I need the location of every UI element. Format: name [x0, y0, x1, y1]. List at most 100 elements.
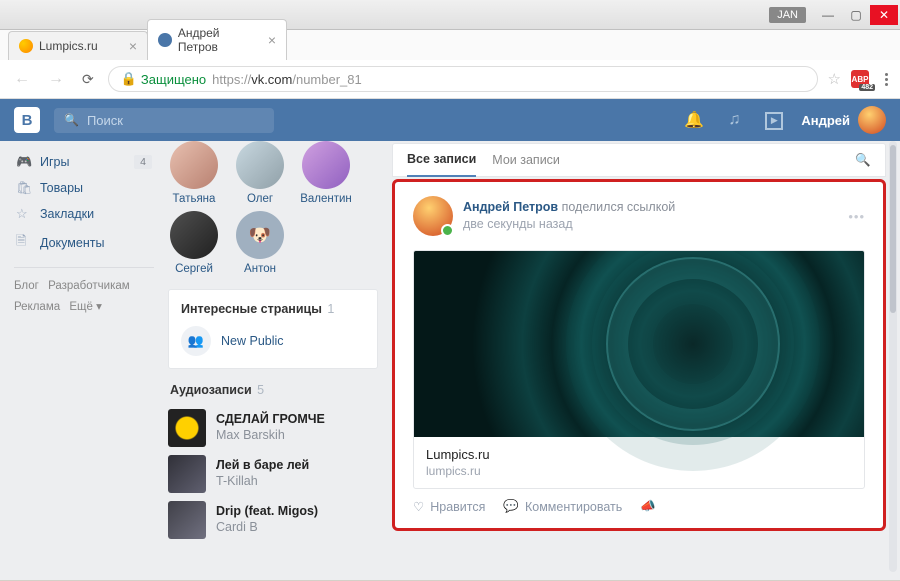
- nav-item-market[interactable]: 🛍 Товары: [14, 175, 154, 201]
- friend-name: Сергей: [175, 263, 213, 275]
- search-icon: 🔍: [64, 113, 79, 127]
- friend-item[interactable]: Татьяна: [168, 141, 220, 205]
- header-username: Андрей: [801, 113, 850, 128]
- tab-my-posts[interactable]: Мои записи: [492, 144, 560, 176]
- secure-indicator: 🔒 Защищено: [121, 71, 206, 87]
- vk-logo-icon[interactable]: B: [14, 107, 40, 133]
- avatar: [302, 141, 350, 189]
- post-actions: ♡Нравится 💬Комментировать 📣: [399, 489, 879, 524]
- friend-item[interactable]: 🐶Антон: [234, 211, 286, 275]
- secure-label: Защищено: [141, 72, 206, 87]
- tab-close-icon[interactable]: ×: [268, 32, 276, 48]
- os-user-badge: JAN: [769, 7, 806, 23]
- snippet-caption: Lumpics.ru lumpics.ru: [414, 437, 864, 488]
- share-button[interactable]: 📣: [640, 499, 656, 514]
- nav-forward-button[interactable]: →: [44, 68, 68, 90]
- browser-menu-button[interactable]: [883, 71, 890, 88]
- scroll-thumb[interactable]: [890, 145, 896, 313]
- bag-icon: 🛍: [16, 180, 32, 196]
- community-icon: 👥: [181, 326, 211, 356]
- nav-label: Товары: [40, 181, 83, 195]
- pages-block: Интересные страницы 1 👥 New Public: [168, 289, 378, 369]
- address-row: ← → ⟳ 🔒 Защищено https://vk.com/number_8…: [0, 60, 900, 98]
- audio-item[interactable]: Лей в баре лейT-Killah: [168, 451, 378, 497]
- bookmark-star-icon[interactable]: ☆: [828, 70, 841, 88]
- wall-post: Андрей Петров поделился ссылкой две секу…: [399, 186, 879, 524]
- avatar: [170, 211, 218, 259]
- like-button[interactable]: ♡Нравится: [413, 499, 485, 514]
- link-snippet[interactable]: Lumpics.ru lumpics.ru: [413, 250, 865, 489]
- friend-item[interactable]: Олег: [234, 141, 286, 205]
- post-time: две секунды назад: [463, 216, 675, 233]
- post-action-text: поделился ссылкой: [562, 200, 676, 214]
- nav-footer-link[interactable]: Ещё ▾: [69, 301, 102, 313]
- reload-button[interactable]: ⟳: [78, 69, 98, 90]
- audio-title: Лей в баре лей: [216, 458, 309, 474]
- nav-footer-link[interactable]: Блог: [14, 280, 39, 292]
- post-header: Андрей Петров поделился ссылкой две секу…: [399, 186, 879, 244]
- player-icon[interactable]: ▶: [761, 110, 787, 130]
- page-name: New Public: [221, 334, 284, 348]
- gamepad-icon: 🎮: [16, 154, 32, 170]
- favicon-icon: [158, 33, 172, 47]
- vk-header: B 🔍 Поиск 🔔 ♫ ▶ Андрей: [0, 99, 900, 141]
- window-maximize-button[interactable]: ▢: [842, 5, 870, 25]
- browser-tab[interactable]: Lumpics.ru ×: [8, 31, 148, 60]
- search-placeholder: Поиск: [87, 113, 123, 128]
- post-author-link[interactable]: Андрей Петров: [463, 200, 558, 214]
- friend-item[interactable]: Валентин: [300, 141, 352, 205]
- vk-search-input[interactable]: 🔍 Поиск: [54, 108, 274, 133]
- tab-title: Lumpics.ru: [39, 39, 98, 53]
- nav-item-games[interactable]: 🎮 Игры 4: [14, 149, 154, 175]
- nav-label: Игры: [40, 155, 69, 169]
- block-title: Аудиозаписи 5: [168, 383, 378, 397]
- music-icon[interactable]: ♫: [721, 111, 747, 129]
- snippet-domain: lumpics.ru: [426, 464, 852, 478]
- comment-button[interactable]: 💬Комментировать: [503, 499, 622, 514]
- post-menu-button[interactable]: •••: [848, 209, 865, 224]
- comment-icon: 💬: [503, 499, 519, 514]
- nav-item-bookmarks[interactable]: ☆ Закладки: [14, 201, 154, 227]
- megaphone-icon: 📣: [640, 499, 656, 514]
- adblock-icon[interactable]: ABP482: [851, 70, 869, 88]
- nav-footer-links: Блог Разработчикам Реклама Ещё ▾: [14, 276, 154, 317]
- nav-label: Закладки: [40, 207, 94, 221]
- nav-back-button[interactable]: ←: [10, 68, 34, 90]
- nav-footer-link[interactable]: Разработчикам: [48, 280, 130, 292]
- nav-footer-link[interactable]: Реклама: [14, 301, 60, 313]
- favicon-icon: [19, 39, 33, 53]
- tab-all-posts[interactable]: Все записи: [407, 143, 476, 177]
- window-minimize-button[interactable]: —: [814, 5, 842, 25]
- block-title: Интересные страницы 1: [181, 302, 365, 316]
- avatar[interactable]: [413, 196, 453, 236]
- audio-cover: [168, 455, 206, 493]
- audio-item[interactable]: СДЕЛАЙ ГРОМЧЕMax Barskih: [168, 405, 378, 451]
- browser-tabs: Lumpics.ru × Андрей Петров ×: [0, 30, 900, 60]
- audio-artist: T-Killah: [216, 474, 309, 490]
- tab-close-icon[interactable]: ×: [129, 38, 137, 54]
- audio-item[interactable]: Drip (feat. Migos)Cardi B: [168, 497, 378, 543]
- star-icon: ☆: [16, 206, 32, 222]
- avatar: 🐶: [236, 211, 284, 259]
- audio-title: СДЕЛАЙ ГРОМЧЕ: [216, 412, 325, 428]
- friend-item[interactable]: Сергей: [168, 211, 220, 275]
- page-item[interactable]: 👥 New Public: [181, 326, 365, 356]
- browser-tab[interactable]: Андрей Петров ×: [147, 19, 287, 60]
- friend-name: Татьяна: [173, 193, 216, 205]
- nav-item-docs[interactable]: 🗎 Документы: [14, 227, 154, 259]
- snippet-title: Lumpics.ru: [426, 447, 852, 462]
- url-text: https://vk.com/number_81: [212, 72, 362, 87]
- header-user-menu[interactable]: Андрей: [801, 106, 886, 134]
- notifications-icon[interactable]: 🔔: [681, 110, 707, 130]
- address-bar[interactable]: 🔒 Защищено https://vk.com/number_81: [108, 66, 818, 92]
- window-titlebar: JAN — ▢ ✕: [0, 0, 900, 30]
- friend-name: Олег: [247, 193, 273, 205]
- heart-icon: ♡: [413, 499, 424, 514]
- adblock-badge: 482: [859, 84, 875, 91]
- audio-cover: [168, 409, 206, 447]
- snippet-image: [414, 251, 864, 437]
- highlighted-post: Андрей Петров поделился ссылкой две секу…: [392, 179, 886, 531]
- wall-search-icon[interactable]: 🔍: [855, 153, 871, 168]
- window-close-button[interactable]: ✕: [870, 5, 898, 25]
- tab-title: Андрей Петров: [178, 26, 262, 54]
